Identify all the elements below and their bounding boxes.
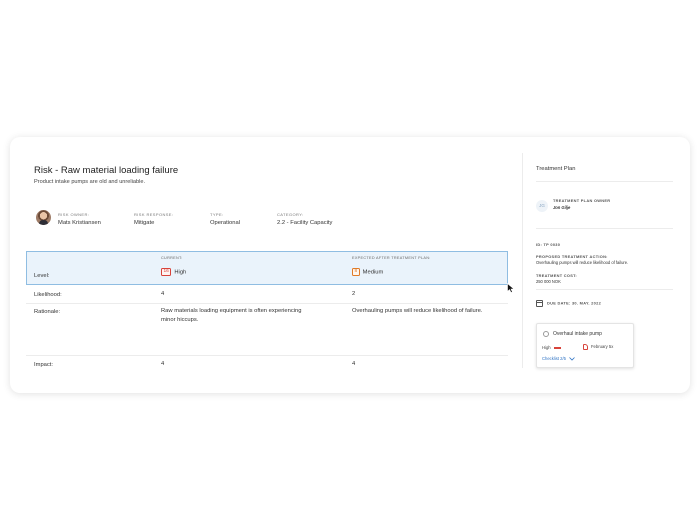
task-checkbox[interactable] [543, 331, 549, 337]
risk-card: Risk - Raw material loading failure Prod… [10, 137, 690, 393]
proposed-action: Proposed treatment action: Overhauling p… [536, 254, 628, 265]
row-divider [26, 355, 508, 356]
mouse-cursor-icon [507, 283, 515, 293]
treatment-owner-name: Jon Gilje [553, 205, 571, 210]
expected-level[interactable]: 8 Medium [352, 268, 383, 278]
risk-response-value: Mitigate [134, 220, 155, 226]
expected-level-score-badge: 8 [352, 268, 360, 276]
treatment-cost-value: 250 000 NOK [536, 279, 561, 284]
treatment-owner-label: Treatment plan owner [553, 198, 611, 203]
likelihood-label: Likelihood: [34, 292, 62, 298]
current-level-text: High [174, 269, 187, 276]
risk-subtitle: Product intake pumps are old and unrelia… [34, 179, 146, 185]
treatment-plan-title: Treatment Plan [536, 166, 576, 172]
section-divider [536, 228, 673, 229]
current-rationale[interactable]: Raw materials loading equipment is often… [161, 307, 303, 325]
impact-label: Impact: [34, 362, 54, 368]
risk-response: Risk response: Mitigate [134, 212, 173, 226]
treatment-cost-label: Treatment cost: [536, 273, 577, 278]
task-card[interactable]: Overhaul intake pump High February 5x Ch… [536, 323, 634, 368]
current-likelihood[interactable]: 4 [161, 290, 164, 299]
level-row-selected[interactable] [26, 251, 508, 285]
row-divider [26, 303, 508, 304]
expected-rationale[interactable]: Overhauling pumps will reduce likelihood… [352, 307, 508, 316]
risk-title: Risk - Raw material loading failure [34, 165, 179, 176]
risk-response-label: Risk response: [134, 212, 174, 217]
risk-owner-avatar [36, 210, 51, 225]
risk-type-label: Type: [210, 212, 224, 217]
expected-header: Expected after treatment plan: [352, 256, 431, 260]
treatment-owner: Treatment plan owner Jon Gilje [553, 198, 610, 210]
risk-category-value: 2.2 - Facility Capacity [277, 220, 333, 226]
due-date: DUE DATE: 30. MAY. 2022 [536, 300, 601, 307]
expected-level-text: Medium [362, 269, 384, 276]
expected-likelihood[interactable]: 2 [352, 290, 355, 299]
section-divider [536, 289, 673, 290]
panel-divider [522, 153, 523, 368]
task-priority-text: High [542, 345, 551, 350]
task-checklist-toggle[interactable]: Checklist 2/5 [542, 356, 575, 361]
calendar-icon [536, 300, 543, 307]
rationale-label: Rationale: [34, 309, 61, 315]
risk-type: Type: Operational [210, 212, 240, 226]
treatment-cost: Treatment cost: 250 000 NOK [536, 273, 577, 284]
current-header: Current: [161, 256, 183, 260]
risk-type-value: Operational [210, 220, 240, 226]
task-title[interactable]: Overhaul intake pump [553, 331, 602, 337]
level-label: Level: [34, 273, 50, 279]
proposed-action-value: Overhauling pumps will reduce likelihood… [536, 260, 629, 265]
risk-detail-panel: Risk - Raw material loading failure Prod… [26, 137, 508, 393]
task-date-text: February 5x [591, 344, 614, 350]
task-priority: High [542, 345, 561, 350]
flag-icon [583, 344, 588, 350]
risk-owner-label: Risk owner: [58, 212, 90, 217]
risk-category: Category: 2.2 - Facility Capacity [277, 212, 332, 226]
treatment-id: ID: TP 0030 [536, 242, 561, 247]
section-divider [536, 181, 673, 182]
task-date: February 5x [583, 344, 613, 350]
risk-category-label: Category: [277, 212, 304, 217]
expected-impact[interactable]: 4 [352, 360, 355, 369]
treatment-owner-avatar: JG [536, 200, 548, 212]
risk-owner-value: Mats Kristiansen [58, 220, 101, 226]
risk-owner: Risk owner: Mats Kristiansen [58, 212, 101, 226]
current-level[interactable]: 16 High [161, 268, 186, 278]
task-checklist-text: Checklist 2/5 [542, 356, 566, 361]
treatment-plan-panel: Treatment Plan JG Treatment plan owner J… [522, 137, 690, 393]
current-level-score-badge: 16 [161, 268, 172, 276]
proposed-action-label: Proposed treatment action: [536, 254, 608, 259]
priority-bar-icon [553, 347, 561, 349]
chevron-down-icon [569, 357, 575, 361]
current-impact[interactable]: 4 [161, 360, 164, 369]
due-date-text: DUE DATE: 30. MAY. 2022 [547, 300, 602, 306]
